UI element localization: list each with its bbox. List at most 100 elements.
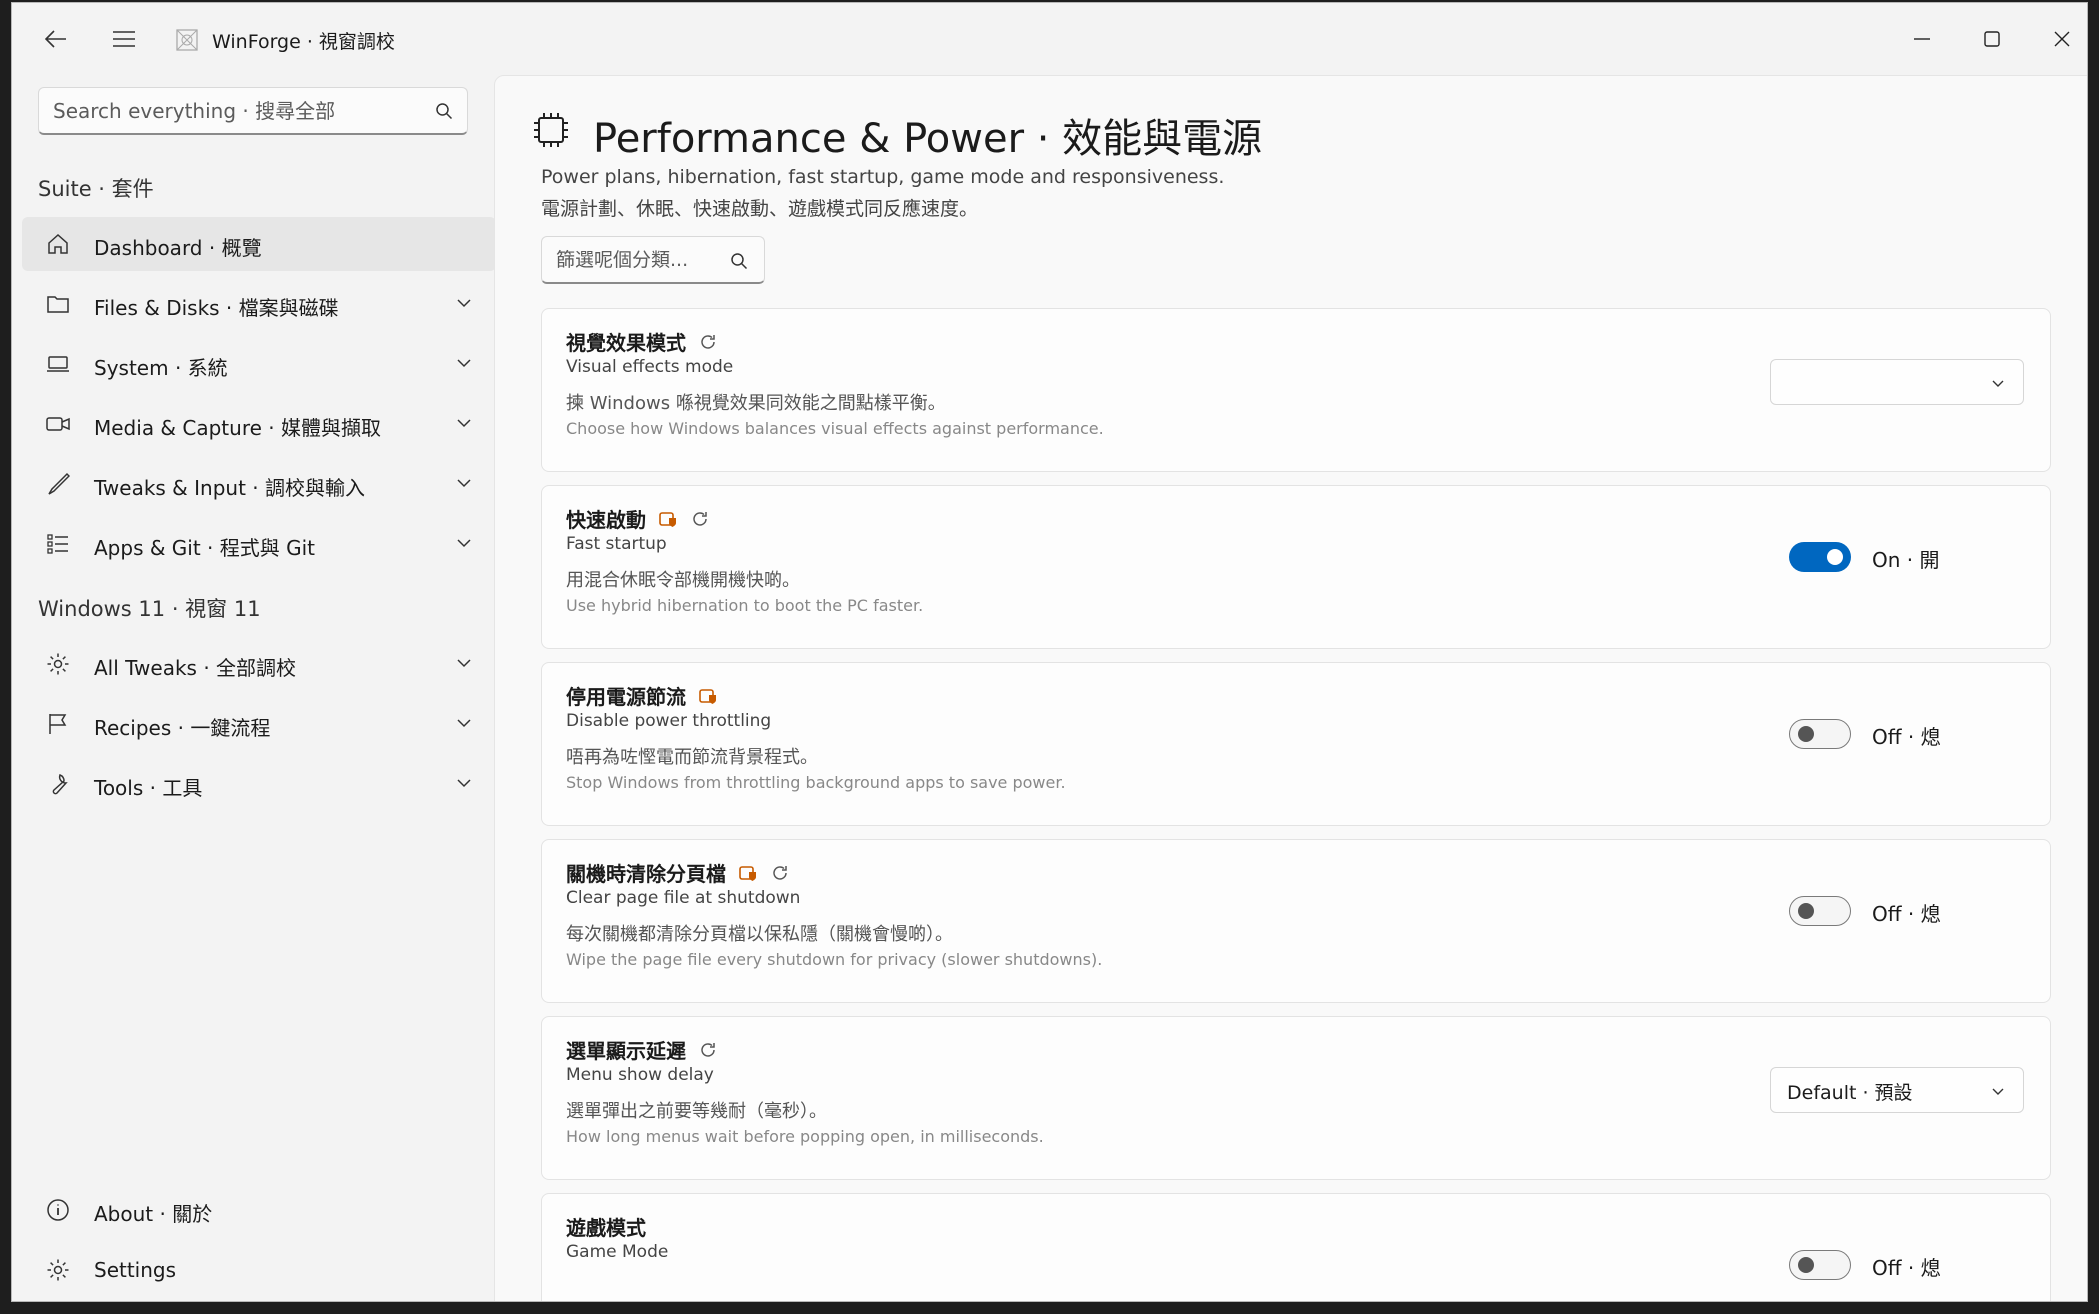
flag-icon	[49, 714, 67, 734]
chevron-down-icon[interactable]	[456, 777, 472, 789]
toggle-state-label: Off · 熄	[1872, 1256, 1941, 1280]
section-label-windows: Windows 11 · 視窗 11	[38, 597, 261, 621]
setting-title-en: Fast startup	[566, 534, 667, 554]
hamburger-menu-button[interactable]	[96, 19, 152, 59]
power-throttling-toggle[interactable]	[1789, 719, 1851, 749]
title-bar: WinForge · 視窗調校	[12, 3, 2087, 75]
nav-item-label: Dashboard · 概覽	[94, 236, 262, 260]
toggle-knob	[1827, 549, 1843, 565]
nav-item-label: About · 關於	[94, 1202, 213, 1226]
chevron-down-icon	[1992, 380, 2004, 387]
setting-title: 視覺效果模式	[566, 327, 718, 356]
toggle-knob	[1798, 726, 1814, 742]
app-window: WinForge · 視窗調校 Suite · 套件 Dashboard · 概…	[11, 2, 2088, 1302]
nav-item-media-capture[interactable]: Media & Capture · 媒體與擷取	[22, 397, 496, 451]
nav-item-dashboard[interactable]: Dashboard · 概覽	[22, 217, 496, 271]
sidebar-search-input[interactable]	[53, 96, 413, 126]
chip-icon	[534, 113, 568, 147]
toggle-state-label: Off · 熄	[1872, 902, 1941, 926]
setting-title-en: Game Mode	[566, 1242, 669, 1262]
minimize-icon	[1914, 38, 1930, 40]
menu-show-delay-select[interactable]: Default · 預設	[1770, 1067, 2024, 1113]
setting-desc-zh: 用混合休眠令部機開機快啲。	[566, 570, 800, 591]
visual-effects-select[interactable]	[1770, 359, 2024, 405]
clear-page-file-toggle[interactable]	[1789, 896, 1851, 926]
close-icon	[2054, 31, 2070, 47]
maximize-button[interactable]	[1957, 11, 2027, 67]
nav-item-files-disks[interactable]: Files & Disks · 檔案與磁碟	[22, 277, 496, 331]
chevron-down-icon[interactable]	[456, 357, 472, 369]
chevron-down-icon[interactable]	[456, 537, 472, 549]
laptop-icon	[47, 356, 69, 372]
setting-card-menu-show-delay: 選單顯示延遲 Menu show delay 選單彈出之前要等幾耐（毫秒）。 H…	[541, 1016, 2051, 1180]
nav-item-tools[interactable]: Tools · 工具	[22, 757, 496, 811]
gear-icon	[47, 1259, 69, 1281]
setting-desc-zh: 唔再為咗慳電而節流背景程式。	[566, 747, 818, 768]
toggle-knob	[1798, 1257, 1814, 1273]
page-subtitle-en: Power plans, hibernation, fast startup, …	[541, 166, 1225, 188]
nav-item-label: Settings	[94, 1258, 177, 1282]
chevron-down-icon[interactable]	[456, 417, 472, 429]
setting-title: 快速啟動	[566, 504, 710, 533]
fast-startup-toggle[interactable]	[1789, 542, 1851, 572]
nav-item-label: Files & Disks · 檔案與磁碟	[94, 296, 339, 320]
toggle-state-label: On · 開	[1872, 548, 1940, 572]
window-title: WinForge · 視窗調校	[212, 31, 395, 53]
nav-item-tweaks-input[interactable]: Tweaks & Input · 調校與輸入	[22, 457, 496, 511]
sidebar-search-box[interactable]	[38, 87, 468, 135]
search-icon[interactable]	[730, 252, 748, 270]
close-button[interactable]	[2027, 11, 2087, 67]
setting-desc-en: Choose how Windows balances visual effec…	[566, 419, 1104, 438]
chevron-down-icon[interactable]	[456, 477, 472, 489]
minimize-button[interactable]	[1887, 11, 1957, 67]
setting-desc-zh: 選單彈出之前要等幾耐（毫秒）。	[566, 1101, 827, 1122]
nav-item-label: All Tweaks · 全部調校	[94, 656, 297, 680]
chevron-down-icon[interactable]	[456, 717, 472, 729]
nav-item-label: Tools · 工具	[94, 776, 203, 800]
setting-title: 選單顯示延遲	[566, 1035, 718, 1064]
nav-item-label: Media & Capture · 媒體與擷取	[94, 416, 381, 440]
video-camera-icon	[46, 417, 70, 431]
nav-item-system[interactable]: System · 系統	[22, 337, 496, 391]
category-filter-input[interactable]	[556, 245, 716, 275]
chevron-down-icon[interactable]	[456, 297, 472, 309]
admin-shield-icon	[699, 688, 716, 704]
nav-item-all-tweaks[interactable]: All Tweaks · 全部調校	[22, 637, 496, 691]
gear-icon	[47, 653, 69, 675]
setting-title: 關機時清除分頁檔	[566, 858, 790, 887]
setting-desc-en: How long menus wait before popping open,…	[566, 1127, 1044, 1146]
chevron-down-icon[interactable]	[456, 657, 472, 669]
game-mode-toggle[interactable]	[1789, 1250, 1851, 1280]
nav-item-apps-git[interactable]: Apps & Git · 程式與 Git	[22, 517, 496, 571]
setting-title-en: Menu show delay	[566, 1065, 714, 1085]
restart-required-icon	[701, 1042, 715, 1057]
setting-desc-en: Use hybrid hibernation to boot the PC fa…	[566, 596, 924, 615]
admin-shield-icon	[659, 511, 676, 527]
restart-required-icon	[701, 334, 715, 349]
arrow-left-icon	[45, 30, 66, 48]
category-filter-box[interactable]	[541, 236, 765, 284]
nav-item-label: Recipes · 一鍵流程	[94, 716, 271, 740]
setting-card-visual-effects: 視覺效果模式 Visual effects mode 揀 Windows 喺視覺…	[541, 308, 2051, 472]
nav-item-settings[interactable]: Settings	[22, 1243, 496, 1297]
toggle-state-label: Off · 熄	[1872, 725, 1941, 749]
nav-item-label: Apps & Git · 程式與 Git	[94, 536, 316, 560]
setting-desc-en: Stop Windows from throttling background …	[566, 773, 1066, 792]
content-pane: Performance & Power · 效能與電源 Power plans,…	[494, 75, 2087, 1301]
sidebar: Suite · 套件 Dashboard · 概覽 Files & Disks …	[12, 75, 496, 1301]
nav-item-about[interactable]: About · 關於	[22, 1183, 496, 1237]
wrench-icon	[52, 774, 68, 795]
admin-shield-icon	[739, 865, 756, 881]
back-button[interactable]	[28, 19, 84, 59]
toggle-knob	[1798, 903, 1814, 919]
nav-item-recipes[interactable]: Recipes · 一鍵流程	[22, 697, 496, 751]
search-icon[interactable]	[435, 102, 453, 120]
setting-title: 停用電源節流	[566, 681, 718, 710]
info-icon	[47, 1199, 69, 1221]
app-logo-icon	[176, 29, 198, 51]
restart-required-icon	[693, 511, 707, 526]
nav-item-label: Tweaks & Input · 調校與輸入	[94, 476, 365, 500]
page-subtitle-zh: 電源計劃、休眠、快速啟動、遊戲模式同反應速度。	[541, 198, 979, 220]
restart-required-icon	[773, 865, 787, 880]
setting-card-game-mode: 遊戲模式 Game Mode Off · 熄	[541, 1193, 2051, 1301]
